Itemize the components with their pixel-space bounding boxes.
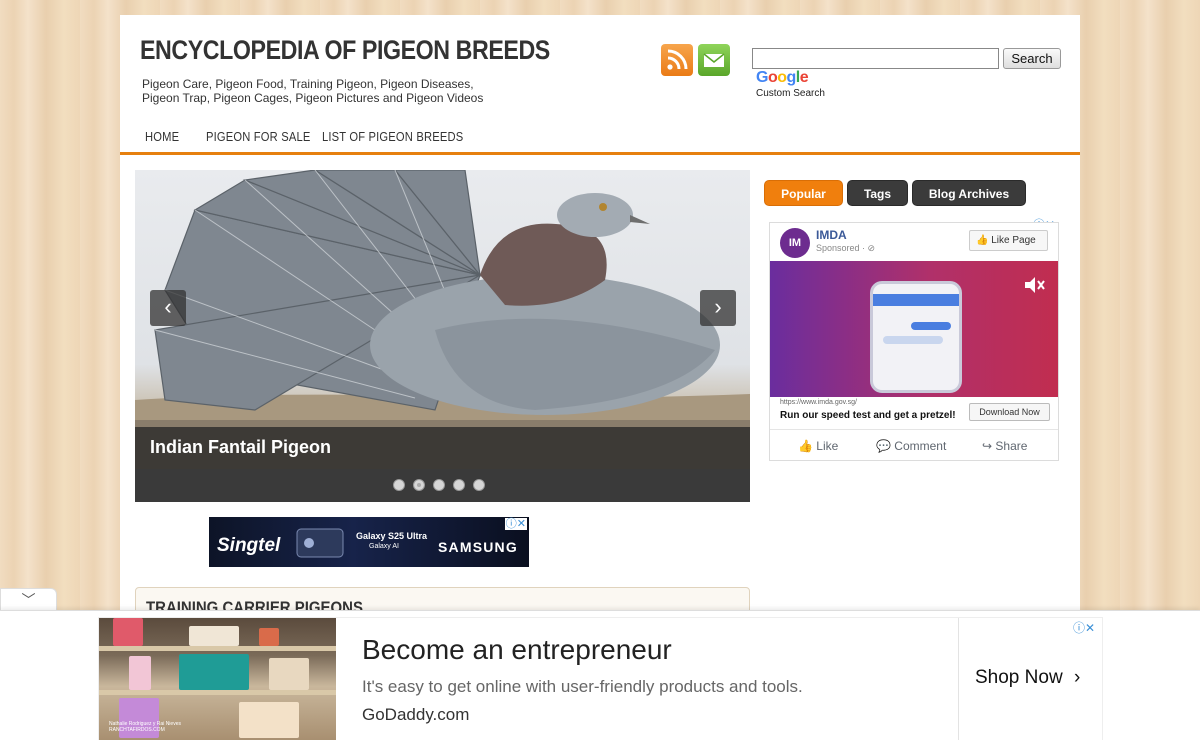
ad-creative-image[interactable] <box>770 261 1058 397</box>
shelf-1 <box>99 646 336 651</box>
samsung-logo: SAMSUNG <box>438 539 518 555</box>
fb-like-label: Like <box>816 439 839 453</box>
thumbs-up-icon: 👍 <box>976 235 989 246</box>
chevron-left-icon: ‹ <box>164 294 172 319</box>
slider-dot-5[interactable] <box>473 479 485 491</box>
google-logo: Google <box>756 69 809 86</box>
slider-dot-1[interactable] <box>393 479 405 491</box>
comment-icon: 💬 <box>876 439 891 453</box>
like-page-label: Like Page <box>991 235 1036 246</box>
site-title[interactable]: ENCYCLOPEDIA OF PIGEON BREEDS <box>140 35 550 66</box>
tab-blog-archives[interactable]: Blog Archives <box>912 180 1026 206</box>
photo-credit-site: RANCHTAFIRDOS.COM <box>109 727 165 733</box>
fb-like-button[interactable]: 👍 Like <box>798 439 838 453</box>
ad-headline[interactable]: Become an entrepreneur <box>362 634 672 666</box>
shelf-item <box>269 658 309 690</box>
like-page-button[interactable]: 👍 Like Page <box>969 230 1048 251</box>
singtel-logo: Singtel <box>217 535 281 556</box>
ad-shop-image[interactable]: Nathalie Rodriguez y Rai Nieves RANCHTAF… <box>99 618 336 740</box>
chevron-right-icon: › <box>714 294 722 319</box>
bottom-sticky-ad-bar: Nathalie Rodriguez y Rai Nieves RANCHTAF… <box>0 610 1200 740</box>
slider-dots <box>393 479 485 491</box>
fb-share-button[interactable]: ↪ Share <box>982 439 1027 453</box>
shelf-item <box>113 618 143 646</box>
tab-tags[interactable]: Tags <box>847 180 908 206</box>
tagline-line-2: Pigeon Trap, Pigeon Cages, Pigeon Pictur… <box>142 91 484 105</box>
chevron-down-icon: ﹀ <box>21 592 36 608</box>
shop-now-button[interactable]: Shop Now › <box>975 667 1080 689</box>
slide-caption-bar: Indian Fantail Pigeon <box>135 427 750 469</box>
bottom-ad-close-icon[interactable]: ⓘ✕ <box>1073 619 1095 636</box>
advertiser-name[interactable]: IMDA <box>816 228 847 242</box>
sponsored-label: Sponsored · ⊘ <box>816 243 876 253</box>
shelf-item <box>259 628 279 646</box>
phone-header-bar <box>873 294 959 306</box>
fb-comment-button[interactable]: 💬 Comment <box>876 439 946 453</box>
ad-close-icon[interactable]: ⓘ✕ <box>504 518 527 530</box>
shelf-item <box>239 702 299 738</box>
shelf-item <box>179 654 249 690</box>
tagline-line-1: Pigeon Care, Pigeon Food, Training Pigeo… <box>142 77 474 91</box>
rss-icon <box>667 49 688 70</box>
tab-popular[interactable]: Popular <box>764 180 843 206</box>
pigeon-illustration <box>135 170 750 469</box>
ad-cta-text: Run our speed test and get a pretzel! <box>780 410 956 421</box>
share-icon: ↪ <box>982 439 993 453</box>
nav-item-pigeon-for-sale[interactable]: PIGEON FOR SALE <box>206 129 310 144</box>
imda-facebook-ad[interactable]: IM IMDA Sponsored · ⊘ 👍 Like Page https:… <box>769 222 1059 461</box>
email-subscribe-button[interactable] <box>698 44 730 76</box>
ad-divider <box>958 618 959 740</box>
image-slider[interactable]: Indian Fantail Pigeon ‹ › <box>135 170 750 502</box>
chat-bubble-1 <box>911 322 951 330</box>
slider-dot-4[interactable] <box>453 479 465 491</box>
nav-item-home[interactable]: HOME <box>145 129 179 144</box>
download-now-button[interactable]: Download Now <box>969 403 1050 421</box>
chat-bubble-2 <box>883 336 943 344</box>
ad-domain[interactable]: GoDaddy.com <box>362 705 469 725</box>
slider-next-button[interactable]: › <box>700 290 736 326</box>
slide-caption[interactable]: Indian Fantail Pigeon <box>150 437 331 458</box>
galaxy-product-name: Galaxy S25 Ultra <box>356 531 428 541</box>
ad-subtext: It's easy to get online with user-friend… <box>362 677 803 696</box>
nav-item-list-of-pigeon-breeds[interactable]: LIST OF PIGEON BREEDS <box>322 129 463 144</box>
singtel-banner-ad[interactable]: Singtel Galaxy S25 Ultra Galaxy AI SAMSU… <box>209 517 529 567</box>
phone-product-icon <box>296 528 344 558</box>
shop-now-label: Shop Now <box>975 667 1063 688</box>
shelf-2 <box>99 690 336 695</box>
ad-url: https://www.imda.gov.sg/ <box>780 399 857 406</box>
phone-mockup <box>870 281 962 393</box>
photo-credit: Nathalie Rodriguez y Rai Nieves RANCHTAF… <box>109 721 181 733</box>
shelf-item <box>189 626 239 646</box>
custom-search-label: Custom Search <box>756 88 825 99</box>
fb-share-label: Share <box>995 439 1028 453</box>
slide-image-fantail-pigeon[interactable]: Indian Fantail Pigeon ‹ › <box>135 170 750 469</box>
imda-avatar: IM <box>780 228 810 258</box>
search-button[interactable]: Search <box>1003 48 1061 69</box>
main-nav: HOME PIGEON FOR SALE LIST OF PIGEON BREE… <box>120 119 1080 155</box>
search-input[interactable] <box>752 48 999 69</box>
slider-prev-button[interactable]: ‹ <box>150 290 186 326</box>
galaxy-ai-label: Galaxy AI <box>369 543 399 550</box>
mute-icon[interactable] <box>1022 273 1046 297</box>
site-tagline: Pigeon Care, Pigeon Food, Training Pigeo… <box>142 77 502 105</box>
like-icon: 👍 <box>798 439 813 453</box>
shelf-item <box>129 656 151 690</box>
chevron-right-icon: › <box>1073 667 1081 688</box>
fb-comment-label: Comment <box>894 439 947 453</box>
collapse-ad-button[interactable]: ﹀ <box>0 588 57 612</box>
fb-action-bar: 👍 Like 💬 Comment ↪ Share <box>770 429 1058 460</box>
slider-dot-3[interactable] <box>433 479 445 491</box>
rss-button[interactable] <box>661 44 693 76</box>
slider-dot-2[interactable] <box>413 479 425 491</box>
mail-icon <box>703 53 725 67</box>
godaddy-ad[interactable]: Nathalie Rodriguez y Rai Nieves RANCHTAF… <box>98 617 1103 740</box>
